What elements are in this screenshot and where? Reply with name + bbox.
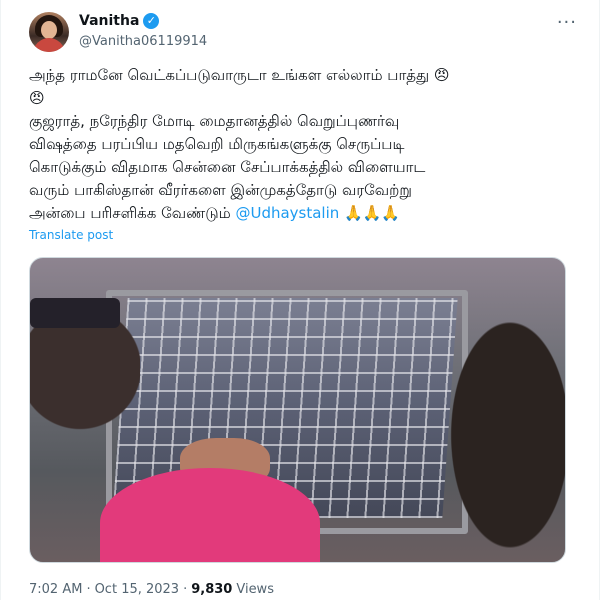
trailing-emoji: 🙏🙏🙏 <box>339 204 401 222</box>
translate-post-link[interactable]: Translate post <box>29 228 113 242</box>
name-row: Vanitha ✓ <box>79 13 160 29</box>
display-name[interactable]: Vanitha <box>79 13 139 29</box>
user-handle[interactable]: @Vanitha06119914 <box>79 34 207 49</box>
avatar-face <box>41 21 57 39</box>
tweet-body: அந்த ராமனே வெட்கப்படுவாருடா உங்கள எல்லாம… <box>29 66 450 222</box>
tweet-meta: 7:02 AM · Oct 15, 2023 · 9,830 Views <box>29 582 274 597</box>
person-right <box>435 318 565 562</box>
views-count: 9,830 <box>191 582 233 597</box>
avatar[interactable] <box>29 12 69 52</box>
post-date[interactable]: Oct 15, 2023 <box>95 582 180 597</box>
post-time[interactable]: 7:02 AM <box>29 582 82 597</box>
tweet-text: அந்த ராமனே வெட்கப்படுவாருடா உங்கள எல்லாம… <box>29 64 569 225</box>
meta-separator: · <box>86 582 91 597</box>
mention-link[interactable]: @Udhaystalin <box>235 204 339 222</box>
verified-badge-icon: ✓ <box>143 13 160 29</box>
tweet-header: Vanitha ✓ @Vanitha06119914 ··· <box>29 12 583 56</box>
more-options-icon[interactable]: ··· <box>557 12 577 33</box>
tweet-card: Vanitha ✓ @Vanitha06119914 ··· அந்த ராமன… <box>0 0 600 600</box>
tweet-media-image[interactable] <box>29 257 566 563</box>
meta-separator: · <box>183 582 188 597</box>
avatar-body <box>33 38 65 52</box>
views-label: Views <box>236 582 274 597</box>
cap <box>30 298 120 328</box>
